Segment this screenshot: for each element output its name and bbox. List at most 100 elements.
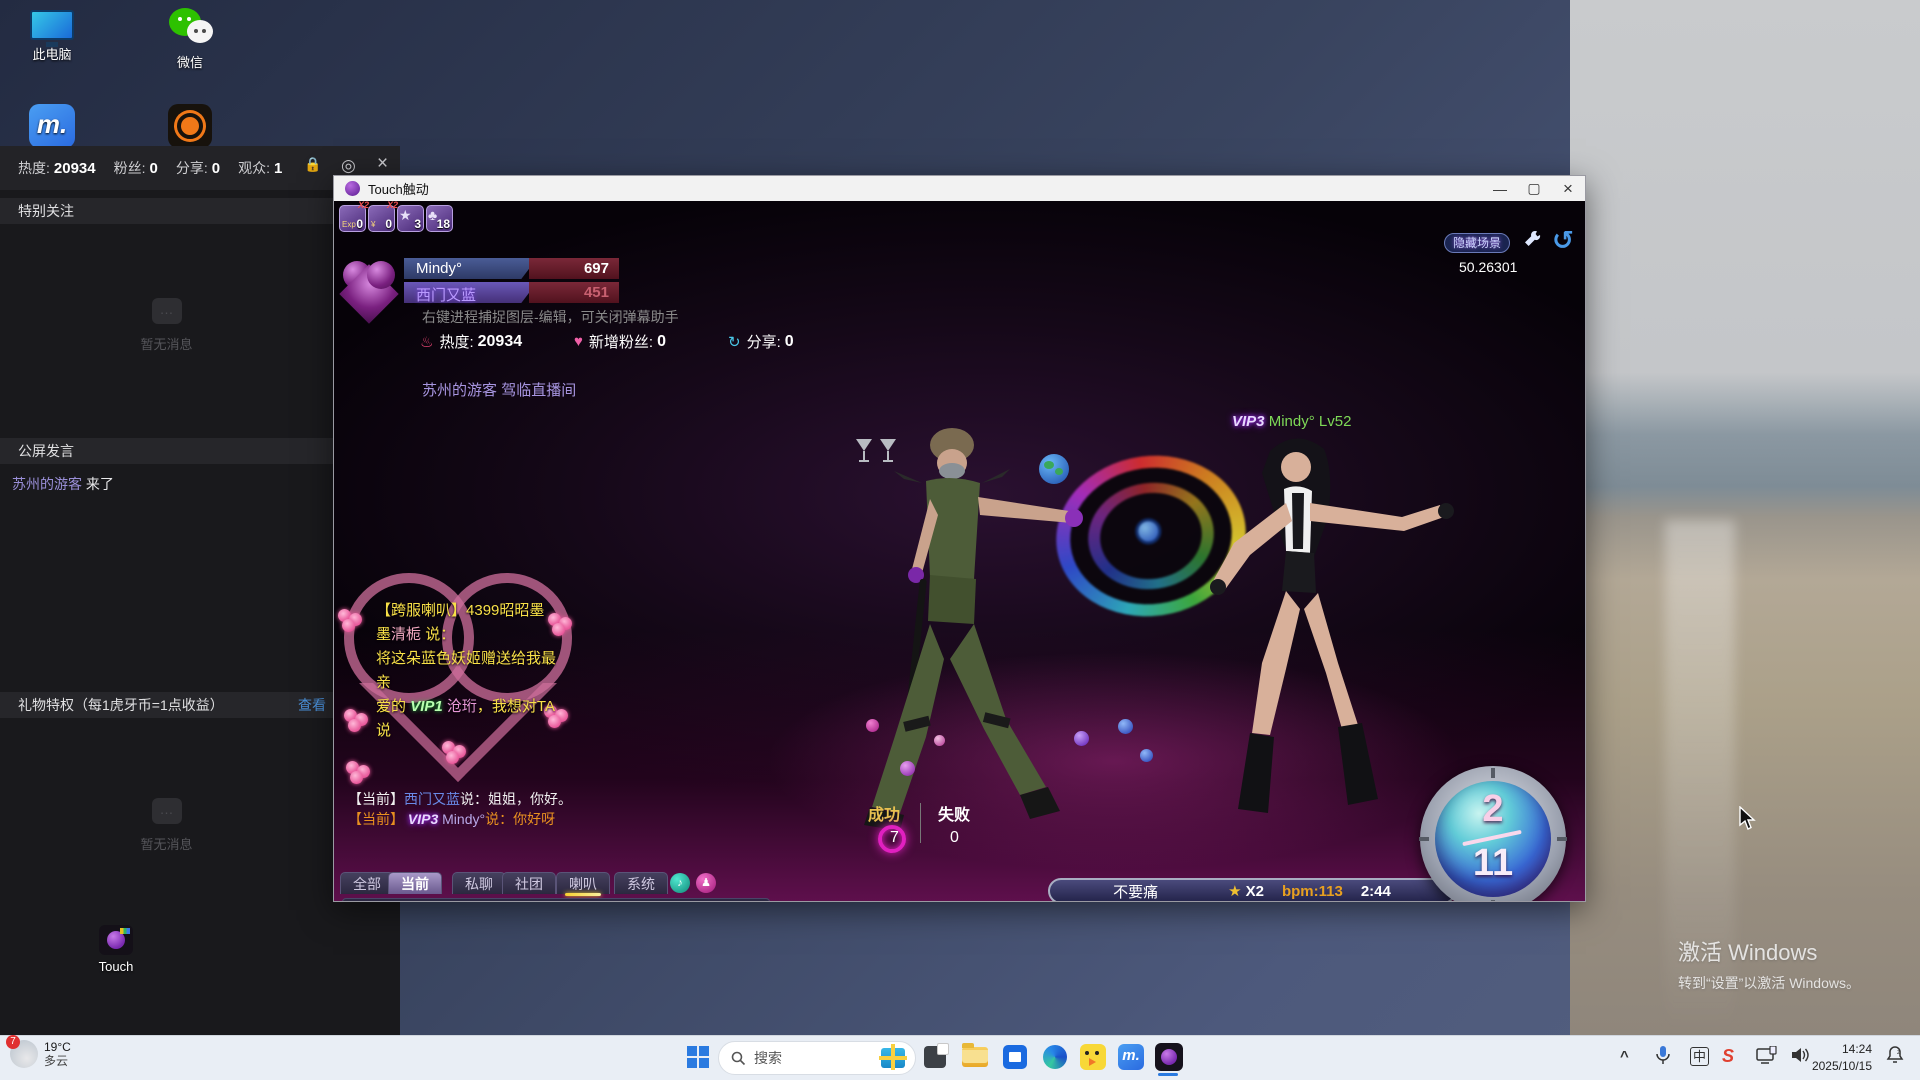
touch-taskbar-icon[interactable] bbox=[1154, 1042, 1184, 1076]
window-title: Touch触动 bbox=[368, 182, 429, 197]
message-user[interactable]: 苏州的游客 bbox=[12, 476, 82, 492]
follow-empty-state: … 暂无消息 bbox=[0, 298, 333, 353]
edge-browser-icon[interactable] bbox=[1040, 1042, 1070, 1072]
clock-time: 14:24 bbox=[1841, 1042, 1872, 1056]
message-text: 来了 bbox=[85, 476, 114, 492]
lock-icon[interactable]: 🔒 bbox=[304, 156, 321, 173]
tab-system[interactable]: 系统 bbox=[614, 872, 668, 894]
search-box[interactable]: 搜索 bbox=[718, 1041, 916, 1075]
star-badge[interactable]: ★ 3 bbox=[397, 205, 424, 232]
beach-wallpaper bbox=[1570, 0, 1920, 1035]
vip3-badge: VIP3 bbox=[1232, 413, 1265, 430]
stat-fans: 粉丝: 0 bbox=[113, 160, 158, 177]
record-target-icon[interactable]: ◎ bbox=[341, 156, 356, 176]
hide-scene-button[interactable]: 隐藏场景 bbox=[1444, 233, 1510, 253]
share-icon: ↻ bbox=[728, 333, 741, 351]
maximize-button[interactable]: ▢ bbox=[1517, 180, 1551, 197]
coin-badge[interactable]: X2 ¥0 bbox=[368, 201, 398, 232]
game-stat-share: ↻ 分享: 0 bbox=[728, 332, 794, 352]
notification-bell-icon[interactable]: z bbox=[1885, 1045, 1905, 1069]
game-stat-newfans: ♥ 新增粉丝: 0 bbox=[574, 332, 666, 352]
gift-promo-icon bbox=[879, 1044, 907, 1070]
section-special-follow: 特别关注 bbox=[0, 198, 333, 224]
game-titlebar[interactable]: Touch触动 — ▢ × bbox=[334, 176, 1585, 201]
speaker-icon[interactable] bbox=[1790, 1046, 1810, 1068]
chat-user[interactable]: 西门又蓝 bbox=[404, 791, 460, 807]
rank-name: Mindy° bbox=[416, 260, 463, 277]
vip3-badge: VIP3 bbox=[407, 811, 439, 827]
helper-tooltip: 右键进程捕捉图层-编辑，可关闭弹幕助手 bbox=[422, 309, 679, 325]
this-pc-icon bbox=[30, 10, 74, 47]
exp-badge[interactable]: X2 Exp 0 bbox=[339, 201, 369, 232]
activation-watermark: 激活 Windows 转到“设置”以激活 Windows。 bbox=[1677, 940, 1860, 991]
tab-all[interactable]: 全部 bbox=[340, 872, 394, 894]
chat-message-2: 【当前】 VIP3 Mindy°说：你好呀 bbox=[348, 811, 556, 827]
star-icon: ★ bbox=[1228, 883, 1242, 900]
view-link[interactable]: 查看 bbox=[298, 692, 326, 718]
score-bottom: 11 bbox=[1472, 842, 1514, 884]
gift-empty-state: … 暂无消息 bbox=[0, 798, 333, 853]
close-icon[interactable]: × bbox=[377, 153, 388, 175]
game-stat-heat: ♨ 热度: 20934 bbox=[420, 332, 523, 352]
desktop-icon-m-app[interactable]: m. bbox=[14, 104, 90, 152]
male-dancer bbox=[834, 419, 1124, 839]
taskview-button[interactable] bbox=[920, 1042, 950, 1072]
heart-emblem bbox=[339, 253, 401, 324]
song-bpm: bpm:113 bbox=[1281, 882, 1343, 900]
club-badge[interactable]: ♣ 18 bbox=[426, 205, 453, 232]
stat-viewers: 观众: 1 bbox=[238, 160, 283, 177]
desktop-icon-wechat[interactable]: 微信 bbox=[152, 8, 228, 71]
ime-indicator[interactable]: 中 bbox=[1690, 1047, 1710, 1066]
user-toggle-icon[interactable]: ♟ bbox=[696, 873, 716, 893]
clock[interactable]: 14:24 2025/10/15 bbox=[1812, 1041, 1872, 1075]
empty-bubble-icon: … bbox=[151, 798, 182, 824]
tab-guild[interactable]: 社团 bbox=[502, 872, 556, 894]
start-button[interactable] bbox=[683, 1042, 713, 1072]
wechat-icon bbox=[169, 8, 213, 48]
game-window: Touch触动 — ▢ × X2 Exp 0 X2 ¥0 ★ 3 ♣ 18 Mi… bbox=[333, 175, 1586, 902]
stat-share: 分享: 0 bbox=[175, 160, 221, 177]
weather-cond: 多云 bbox=[44, 1054, 69, 1068]
sogou-input-icon[interactable]: S bbox=[1722, 1046, 1734, 1067]
weather-badge: 7 bbox=[6, 1035, 20, 1049]
empty-bubble-icon: … bbox=[151, 298, 182, 324]
m-app-icon: m. bbox=[29, 104, 75, 148]
chat-user[interactable]: Mindy° bbox=[442, 811, 485, 827]
game-box-icon[interactable] bbox=[1078, 1042, 1108, 1072]
desktop-icon-this-pc[interactable]: 此电脑 bbox=[14, 10, 90, 63]
song-time: 2:44 bbox=[1360, 882, 1391, 900]
app-icon bbox=[345, 181, 360, 196]
cast-display-icon[interactable] bbox=[1756, 1045, 1778, 1070]
ms-store-icon[interactable] bbox=[1000, 1042, 1030, 1072]
public-chat-message: 苏州的游客 来了 bbox=[12, 474, 114, 494]
microphone-icon[interactable] bbox=[1655, 1045, 1671, 1069]
tab-private[interactable]: 私聊 bbox=[452, 872, 506, 894]
fail-label: 失败 bbox=[938, 807, 971, 824]
minimize-button[interactable]: — bbox=[1483, 181, 1517, 197]
desktop-icon-recorder[interactable] bbox=[152, 104, 228, 152]
close-button[interactable]: × bbox=[1551, 179, 1585, 199]
wechat-label: 微信 bbox=[176, 55, 203, 70]
success-value: 7 bbox=[890, 829, 899, 846]
entry-notice: 苏州的游客 驾临直播间 bbox=[422, 382, 577, 399]
game-scene: X2 Exp 0 X2 ¥0 ★ 3 ♣ 18 Mindy° 697 西门又蓝 451 bbox=[334, 201, 1585, 901]
undo-icon[interactable]: ↺ bbox=[1552, 225, 1574, 256]
chat-tabs: 全部 当前 私聊 社团 喇叭 系统 ♪ ♟ bbox=[334, 872, 774, 896]
note-bubble bbox=[1118, 719, 1133, 734]
voice-toggle-icon[interactable]: ♪ bbox=[670, 873, 690, 893]
weather-widget[interactable]: 7 19°C 多云 bbox=[6, 1035, 71, 1068]
tray-chevron-icon[interactable]: ^ bbox=[1620, 1048, 1629, 1065]
gift-message: 【跨服喇叭】4399昭昭墨墨清栀 说： 将这朵蓝色妖姬赠送给我最亲 爱的 VIP… bbox=[376, 602, 557, 739]
search-icon bbox=[731, 1051, 746, 1065]
svg-text:z: z bbox=[1897, 1050, 1900, 1056]
tab-horn[interactable]: 喇叭 bbox=[556, 872, 610, 896]
desktop-icon-touch[interactable]: Touch bbox=[78, 925, 154, 974]
tab-current[interactable]: 当前 bbox=[388, 872, 442, 894]
note-bubble bbox=[900, 761, 915, 776]
note-bubble bbox=[866, 719, 879, 732]
song-title: 不要痛 bbox=[1113, 883, 1159, 901]
wrench-icon[interactable] bbox=[1522, 229, 1542, 254]
file-explorer-icon[interactable] bbox=[960, 1042, 990, 1072]
section-public-chat: 公屏发言 bbox=[0, 438, 333, 464]
m-app-taskbar-icon[interactable]: m. bbox=[1116, 1042, 1146, 1072]
